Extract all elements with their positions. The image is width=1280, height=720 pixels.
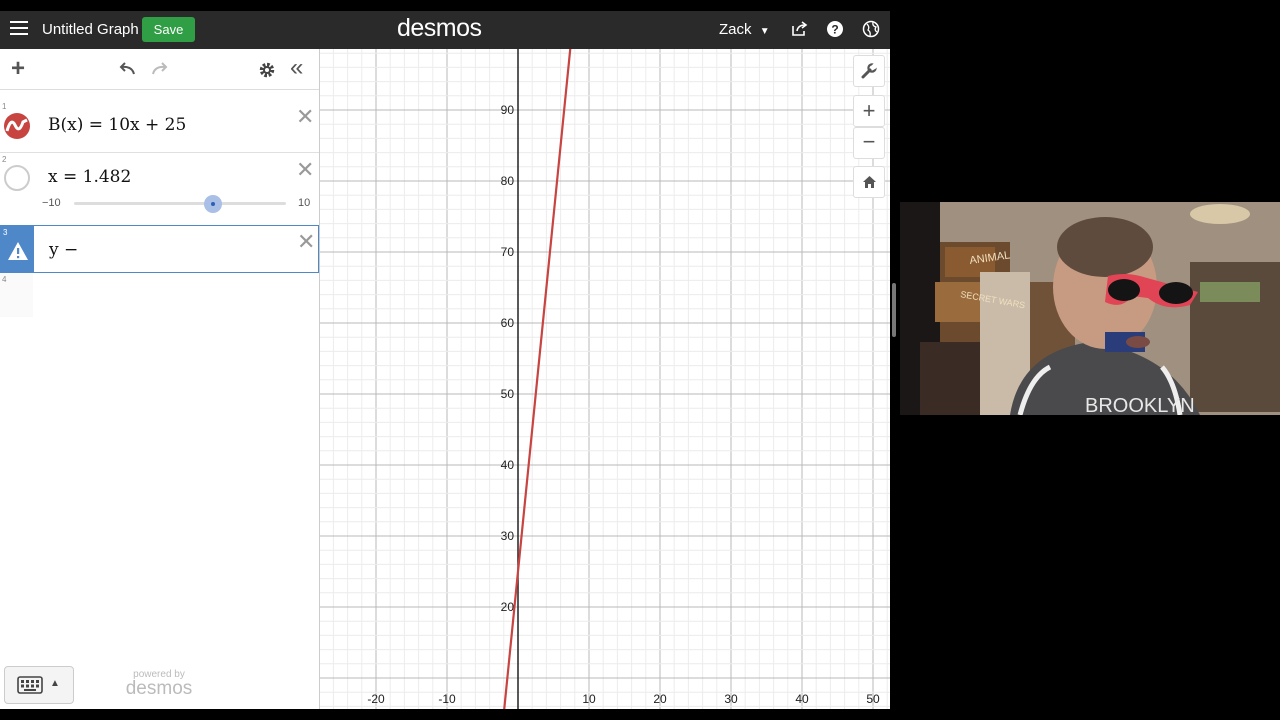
powered-by-brand: desmos <box>125 678 193 699</box>
x-tick-label: 10 <box>582 692 596 706</box>
globe-icon[interactable] <box>862 20 880 38</box>
delete-icon[interactable]: ✕ <box>296 106 314 128</box>
hidden-circle-icon[interactable] <box>4 165 30 191</box>
expression-math[interactable]: B(x) = 10x + 25 <box>48 115 186 135</box>
delete-icon[interactable]: ✕ <box>296 159 314 181</box>
x-tick-label: -10 <box>438 692 456 706</box>
graph-line-icon[interactable] <box>3 112 31 140</box>
shirt-text: BROOKLYN <box>1085 395 1195 415</box>
x-tick-label: 30 <box>724 692 738 706</box>
graph-canvas[interactable]: -20 -10 10 20 30 40 50 20 30 40 50 60 70 80 90 <box>320 49 890 709</box>
expression-number: 3 <box>3 228 8 237</box>
keypad-toggle[interactable]: ▲ <box>4 666 74 704</box>
undo-icon[interactable] <box>117 61 137 77</box>
collapse-icon[interactable]: « <box>290 54 303 82</box>
desmos-app: Untitled Graph Save desmos Zack ▼ ? + « … <box>0 11 890 709</box>
scrollbar[interactable] <box>892 283 896 337</box>
expression-gutter: 2 <box>0 153 33 225</box>
expression-row-2[interactable]: 2 x = 1.482 ✕ −10 10 <box>0 153 319 226</box>
user-menu[interactable]: Zack ▼ <box>719 21 770 38</box>
slider-min[interactable]: −10 <box>42 197 61 209</box>
expression-number: 1 <box>2 102 7 111</box>
expression-math[interactable]: x = 1.482 <box>48 167 131 187</box>
expression-gutter: 4 <box>0 273 33 317</box>
powered-by-desmos: powered by desmos <box>120 669 198 700</box>
slider-track[interactable] <box>74 202 286 205</box>
redo-icon[interactable] <box>150 61 170 77</box>
y-tick-label: 60 <box>501 316 515 330</box>
expression-math[interactable]: y − <box>49 240 78 260</box>
save-button[interactable]: Save <box>142 17 195 42</box>
x-tick-label: 40 <box>795 692 809 706</box>
slider-max[interactable]: 10 <box>298 197 310 209</box>
wrench-icon <box>861 62 879 79</box>
y-tick-label: 80 <box>501 174 515 188</box>
zoom-in-button[interactable]: + <box>853 95 885 127</box>
delete-icon[interactable]: ✕ <box>297 231 315 253</box>
top-bar: Untitled Graph Save desmos Zack ▼ ? <box>0 11 890 49</box>
default-view-button[interactable] <box>853 166 885 198</box>
graph-settings-button[interactable] <box>853 55 885 87</box>
slider-thumb[interactable] <box>203 195 222 213</box>
svg-text:?: ? <box>831 23 838 37</box>
keyboard-icon <box>17 676 43 694</box>
help-icon[interactable]: ? <box>826 20 844 38</box>
expression-gutter: 3 <box>1 226 34 272</box>
expression-panel: + « 1 B(x) = 10x + 25 ✕ 2 x = 1.482 ✕ −1… <box>0 49 320 709</box>
caret-up-icon: ▲ <box>50 678 60 689</box>
user-name: Zack <box>719 21 752 38</box>
x-tick-label: 20 <box>653 692 667 706</box>
add-icon[interactable]: + <box>11 55 25 83</box>
zoom-in-icon: + <box>862 98 876 123</box>
gear-icon[interactable] <box>258 61 276 79</box>
zoom-out-icon: − <box>862 129 876 154</box>
desmos-logo: desmos <box>397 14 482 42</box>
expression-gutter: 1 <box>0 100 33 152</box>
expression-toolbar: + « <box>0 49 319 90</box>
graph-paper[interactable]: -20 -10 10 20 30 40 50 20 30 40 50 60 70 80 90 <box>320 49 890 709</box>
y-tick-label: 90 <box>501 103 515 117</box>
y-tick-label: 50 <box>501 387 515 401</box>
expression-row-1[interactable]: 1 B(x) = 10x + 25 ✕ <box>0 100 319 153</box>
x-tick-label: -20 <box>367 692 385 706</box>
graph-title[interactable]: Untitled Graph <box>42 21 139 38</box>
home-icon <box>862 176 876 188</box>
webcam-overlay: ANIMAL SECRET WARS BROOKLYN <box>900 202 1280 415</box>
expression-number: 2 <box>2 155 7 164</box>
x-tick-label: 50 <box>866 692 880 706</box>
chevron-down-icon: ▼ <box>759 26 770 37</box>
expression-row-4[interactable]: 4 <box>0 273 319 317</box>
y-tick-label: 20 <box>501 600 515 614</box>
y-tick-label: 40 <box>501 458 515 472</box>
menu-icon[interactable] <box>10 21 28 35</box>
y-tick-label: 30 <box>501 529 515 543</box>
expression-number: 4 <box>2 275 7 284</box>
warning-icon[interactable] <box>7 241 29 261</box>
expression-row-3[interactable]: 3 y − ✕ <box>0 225 319 273</box>
y-tick-label: 70 <box>501 245 515 259</box>
share-icon[interactable] <box>790 20 808 38</box>
zoom-out-button[interactable]: − <box>853 127 885 159</box>
webcam-feed: ANIMAL SECRET WARS BROOKLYN <box>900 202 1280 415</box>
